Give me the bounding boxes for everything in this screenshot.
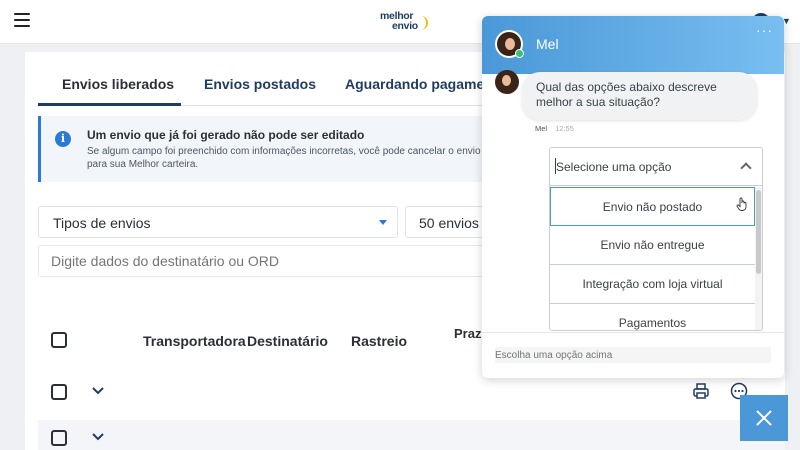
- agent-name: Mel: [536, 36, 559, 52]
- melhor-envio-logo[interactable]: melhor envio: [380, 10, 428, 34]
- scrollbar-thumb[interactable]: [756, 190, 761, 274]
- select-all-checkbox[interactable]: [51, 332, 67, 348]
- logo-text-bottom: envio: [392, 20, 418, 32]
- search-input[interactable]: [38, 245, 498, 277]
- option-integracao-loja-virtual[interactable]: Integração com loja virtual: [550, 265, 755, 304]
- active-tab-indicator: [38, 103, 181, 106]
- info-icon: i: [55, 131, 71, 147]
- table-row: [38, 374, 785, 410]
- chat-menu-icon[interactable]: ···: [756, 22, 773, 38]
- caret-down-icon: [379, 220, 387, 225]
- message-avatar: [495, 70, 519, 94]
- message-meta: Mel 12:55: [535, 124, 574, 133]
- option-envio-nao-postado[interactable]: Envio não postado: [550, 187, 755, 226]
- option-select: Selecione uma opção Envio não postado En…: [549, 147, 763, 331]
- chat-message-input[interactable]: [495, 347, 771, 363]
- column-header-transportadora: Transportadora: [143, 333, 246, 349]
- message-text: Qual das opções abaixo descreve: [536, 80, 717, 94]
- row-checkbox[interactable]: [51, 384, 67, 400]
- message-time: 12:55: [555, 124, 574, 133]
- options-scrollbar[interactable]: [755, 187, 762, 330]
- shipment-type-value: Tipos de envios: [53, 215, 151, 231]
- chat-widget: Mel ··· Qual das opções abaixo descreve …: [482, 16, 784, 378]
- page-size-value: 50 envios: [419, 215, 479, 231]
- tab-envios-liberados[interactable]: Envios liberados: [62, 76, 174, 92]
- print-icon[interactable]: [692, 382, 710, 400]
- chat-footer: [482, 332, 784, 378]
- message-bubble: Qual das opções abaixo descreve melhor a…: [522, 72, 757, 120]
- option-select-placeholder: Selecione uma opção: [556, 160, 672, 174]
- alert-text: para sua Melhor carteira.: [87, 159, 199, 170]
- chevron-down-icon[interactable]: [90, 428, 106, 444]
- table-row: [38, 420, 785, 450]
- column-header-prazo: Prazo expir: [454, 326, 484, 341]
- row-checkbox[interactable]: [51, 430, 67, 446]
- hand-cursor-icon: [736, 197, 747, 211]
- tab-envios-postados[interactable]: Envios postados: [204, 76, 316, 92]
- chat-header: Mel ···: [482, 16, 784, 74]
- chevron-down-icon[interactable]: [90, 382, 106, 398]
- chevron-up-icon: [740, 162, 752, 174]
- alert-text: Se algum campo foi preenchido com inform…: [87, 146, 508, 157]
- option-pagamentos[interactable]: Pagamentos: [550, 304, 755, 330]
- column-header-destinatario: Destinatário: [247, 333, 328, 349]
- shipment-type-select[interactable]: Tipos de envios: [38, 206, 398, 238]
- message-text: melhor a sua situação?: [536, 95, 661, 109]
- message-sender: Mel: [535, 124, 548, 133]
- column-header-rastreio: Rastreio: [351, 333, 408, 349]
- close-chat-button[interactable]: [740, 395, 788, 441]
- info-alert: i Um envio que já foi gerado não pode se…: [38, 116, 508, 182]
- menu-icon[interactable]: [14, 13, 30, 27]
- alert-title: Um envio que já foi gerado não pode ser …: [87, 128, 365, 142]
- online-status-icon: [515, 49, 524, 58]
- logo-swoosh-icon: [418, 16, 428, 30]
- option-select-toggle[interactable]: Selecione uma opção: [550, 148, 762, 186]
- option-envio-nao-entregue[interactable]: Envio não entregue: [550, 226, 755, 265]
